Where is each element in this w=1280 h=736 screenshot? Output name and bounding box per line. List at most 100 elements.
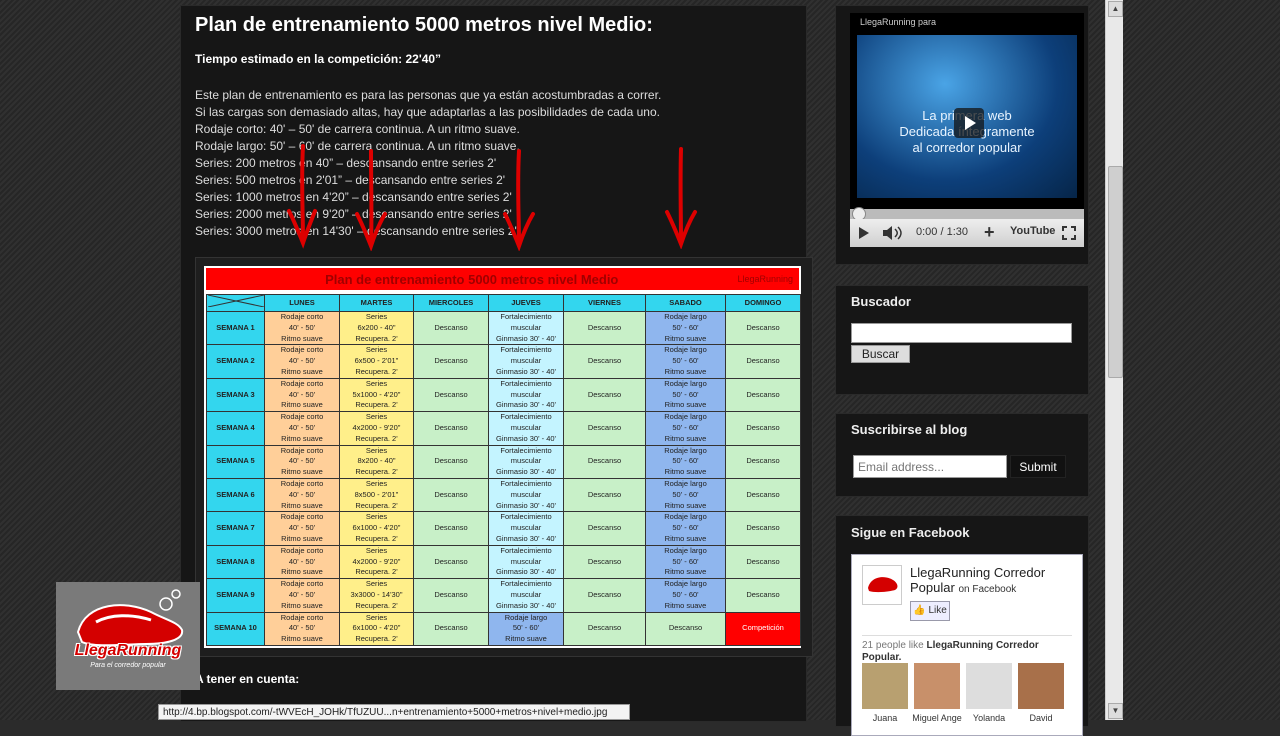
video-thumbnail[interactable]: La primera web Dedicada íntegramente al … <box>857 35 1077 198</box>
scroll-up-icon[interactable]: ▲ <box>1108 1 1123 17</box>
llegarunning-logo: LlegaRunning Para el corredor popular <box>56 582 200 690</box>
plan-cell: Descanso <box>413 310 489 346</box>
subscribe-title: Suscribirse al blog <box>851 422 968 437</box>
plan-cell: Rodaje largo 50' - 60' Ritmo suave <box>645 377 726 413</box>
plan-cell: Descanso <box>413 411 489 446</box>
play-icon[interactable] <box>858 227 870 239</box>
search-button[interactable]: Buscar <box>851 345 910 363</box>
fb-face-name[interactable]: Juana <box>860 713 910 723</box>
plan-cell: Series 4x2000 - 9'20" Recupera. 2' <box>339 544 414 580</box>
video-player[interactable]: LlegaRunning para La primera web Dedicad… <box>850 13 1084 247</box>
fb-face-avatar[interactable] <box>1018 663 1064 709</box>
table-header-row: LUNES MARTES MIERCOLES JUEVES VIERNES SABADO D… <box>206 294 801 312</box>
table-row: SEMANA 1 Rodaje corto 40' - 50' Ritmo sua… <box>206 310 801 346</box>
day-header: LUNES <box>264 294 340 312</box>
week-label: SEMANA 8 <box>206 544 265 580</box>
plan-cell: Fortalecimiento muscular Ginmasio 30' - … <box>488 477 564 513</box>
fullscreen-icon[interactable] <box>1062 226 1076 240</box>
plan-cell: Descanso <box>725 477 801 513</box>
play-overlay-icon[interactable] <box>954 108 984 138</box>
subscribe-button[interactable]: Submit <box>1010 455 1066 478</box>
plan-cell: Fortalecimiento muscular Ginmasio 30' - … <box>488 511 564 546</box>
footer-heading: A tener en cuenta: <box>195 672 300 686</box>
red-arrow-3 <box>503 149 535 251</box>
plan-cell: Rodaje largo 50' - 60' Ritmo suave <box>645 477 726 513</box>
red-arrow-4 <box>665 147 697 249</box>
email-input[interactable] <box>853 455 1007 478</box>
logo-text: LlegaRunning <box>74 642 182 659</box>
plan-cell: Descanso <box>563 477 646 513</box>
week-label: SEMANA 2 <box>206 344 265 379</box>
fb-face-avatar[interactable] <box>862 663 908 709</box>
plan-cell: Descanso <box>725 377 801 413</box>
browser-status-bar: http://4.bp.blogspot.com/-tWVEcH_JOHk/Tf… <box>158 704 630 720</box>
volume-icon[interactable] <box>882 226 904 240</box>
plan-cell: Rodaje largo 50' - 60' Ritmo suave <box>645 344 726 379</box>
fb-on-facebook: on Facebook <box>958 584 1017 595</box>
fb-face-name[interactable]: Yolanda <box>964 713 1014 723</box>
plan-cell: Fortalecimiento muscular Ginmasio 30' - … <box>488 377 564 413</box>
fb-face-avatar[interactable] <box>966 663 1012 709</box>
video-progress-bar[interactable] <box>850 207 1084 221</box>
search-widget: Buscador Buscar <box>835 285 1089 395</box>
plan-cell: Descanso <box>725 444 801 479</box>
plan-cell: Descanso <box>413 511 489 546</box>
plan-cell: Descanso <box>413 578 489 613</box>
red-arrow-1 <box>287 144 317 249</box>
expand-plus-icon[interactable]: + <box>984 222 995 243</box>
youtube-logo[interactable]: YouTube <box>1010 225 1055 237</box>
logo-tagline: Para el corredor popular <box>90 662 166 669</box>
plan-cell: Descanso <box>725 544 801 580</box>
table-row: SEMANA 9 Rodaje corto 40' - 50' Ritmo sua… <box>206 578 801 613</box>
page-scrollbar[interactable]: ▲ ▼ <box>1105 0 1123 720</box>
training-plan-image[interactable]: Plan de entrenamiento 5000 metros nivel … <box>195 257 813 657</box>
table-row: SEMANA 3 Rodaje corto 40' - 50' Ritmo sua… <box>206 377 801 413</box>
plan-cell: Descanso <box>645 611 726 646</box>
training-plan-table-wrap: Plan de entrenamiento 5000 metros nivel … <box>204 266 801 648</box>
plan-cell: Descanso <box>725 310 801 346</box>
plan-cell: Competición <box>725 611 801 646</box>
fb-page-name[interactable]: LlegaRunning Corredor Popular on Faceboo… <box>910 565 1082 597</box>
plan-cell: Series 5x1000 - 4'20" Recupera. 2' <box>339 377 414 413</box>
facebook-title: Sigue en Facebook <box>851 525 970 540</box>
search-input[interactable] <box>851 323 1072 343</box>
plan-cell: Rodaje corto 40' - 50' Ritmo suave <box>264 444 340 479</box>
fb-page-avatar[interactable] <box>862 565 902 605</box>
scroll-down-icon[interactable]: ▼ <box>1108 703 1123 719</box>
plan-cell: Rodaje largo 50' - 60' Ritmo suave <box>645 444 726 479</box>
fb-like-button[interactable]: 👍 Like <box>910 601 950 621</box>
video-time: 0:00 / 1:30 <box>916 226 968 238</box>
fb-face-name[interactable]: David <box>1016 713 1066 723</box>
video-controls: 0:00 / 1:30 + YouTube <box>850 219 1084 247</box>
fb-face-avatar[interactable] <box>914 663 960 709</box>
table-row: SEMANA 2 Rodaje corto 40' - 50' Ritmo sua… <box>206 344 801 379</box>
scrollbar-thumb[interactable] <box>1108 166 1123 378</box>
corner-cell <box>206 294 265 312</box>
plan-cell: Rodaje largo 50' - 60' Ritmo suave <box>488 611 564 646</box>
table-row: SEMANA 4 Rodaje corto 40' - 50' Ritmo sua… <box>206 411 801 446</box>
plan-cell: Series 8x200 - 40" Recupera. 2' <box>339 444 414 479</box>
plan-cell: Series 4x2000 - 9'20" Recupera. 2' <box>339 411 414 446</box>
plan-cell: Descanso <box>413 477 489 513</box>
red-arrow-2 <box>355 149 387 251</box>
plan-cell: Series 3x3000 - 14'30" Recupera. 2' <box>339 578 414 613</box>
fb-face-name[interactable]: Miguel Ange <box>912 713 962 723</box>
plan-cell: Rodaje largo 50' - 60' Ritmo suave <box>645 578 726 613</box>
plan-header: Plan de entrenamiento 5000 metros nivel … <box>206 268 799 290</box>
plan-cell: Fortalecimiento muscular Ginmasio 30' - … <box>488 310 564 346</box>
plan-cell: Rodaje corto 40' - 50' Ritmo suave <box>264 578 340 613</box>
plan-cell: Rodaje corto 40' - 50' Ritmo suave <box>264 377 340 413</box>
plan-cell: Rodaje largo 50' - 60' Ritmo suave <box>645 411 726 446</box>
facebook-like-box: LlegaRunning Corredor Popular on Faceboo… <box>851 554 1083 736</box>
shoe-logo-icon <box>76 589 184 647</box>
plan-cell: Descanso <box>563 511 646 546</box>
plan-cell: Series 6x1000 - 4'20" Recupera. 2' <box>339 611 414 646</box>
table-row: SEMANA 6 Rodaje corto 40' - 50' Ritmo sua… <box>206 477 801 513</box>
plan-cell: Series 8x500 - 2'01" Recupera. 2' <box>339 477 414 513</box>
facebook-widget: Sigue en Facebook LlegaRunning Corredor … <box>835 515 1089 736</box>
plan-cell: Descanso <box>563 310 646 346</box>
search-title: Buscador <box>851 294 911 309</box>
blog-post: Plan de entrenamiento 5000 metros nivel … <box>180 5 813 722</box>
plan-cell: Rodaje corto 40' - 50' Ritmo suave <box>264 310 340 346</box>
plan-cell: Descanso <box>725 344 801 379</box>
